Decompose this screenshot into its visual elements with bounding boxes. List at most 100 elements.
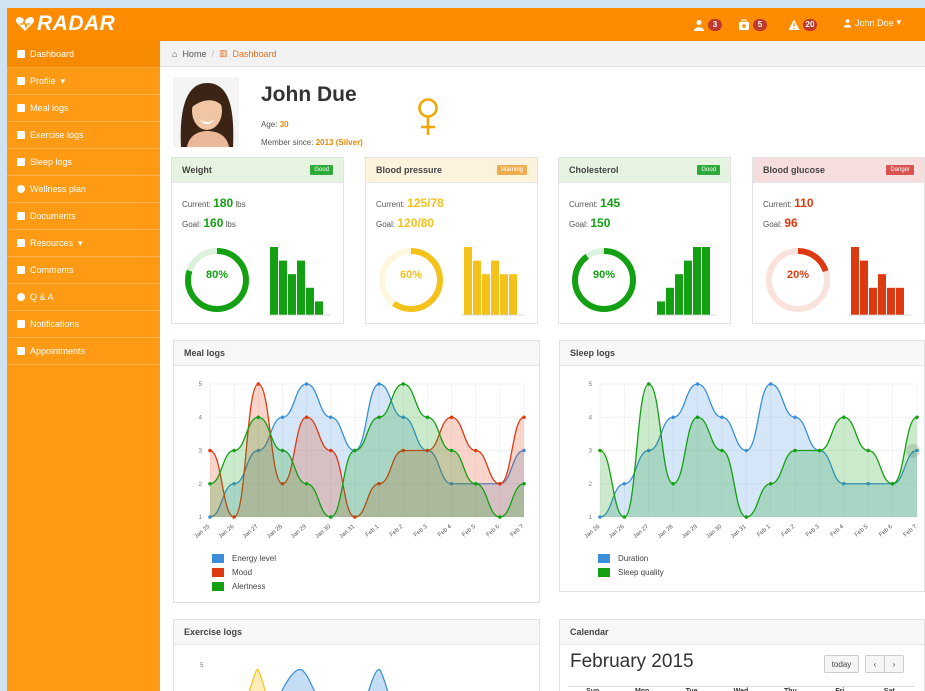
data-point[interactable] [817,448,822,453]
data-point[interactable] [915,415,919,420]
x-tick-label: Feb 6 [486,524,502,539]
breadcrumb-home-link[interactable]: Home [182,49,206,59]
legend-label: Alertness [232,581,266,591]
data-point[interactable] [522,415,526,420]
goal-label: Goal: [182,220,202,229]
sidebar-item-wellness-plan[interactable]: Wellness plan [7,176,160,203]
mini-bar [464,247,472,315]
warning-alerts-badge[interactable]: 20 [788,17,817,33]
medical-alerts-badge[interactable]: 5 [738,17,767,33]
sidebar-item-profile[interactable]: Profile ▾ [7,68,160,95]
panel-title: Sleep logs [560,341,924,366]
calendar-next-button[interactable]: › [884,655,904,673]
legend-swatch [212,553,224,563]
sidebar-item-appointments[interactable]: Appointments [7,338,160,365]
female-icon [418,98,438,135]
data-point[interactable] [377,382,381,386]
sidebar: Dashboard Profile ▾ Meal logs Exercise logs S… [7,41,160,691]
data-point[interactable] [328,415,333,420]
data-point[interactable] [744,515,749,519]
data-point[interactable] [522,481,526,486]
data-point[interactable] [498,515,502,519]
sidebar-item-qa[interactable]: Q & A [7,284,160,311]
data-point[interactable] [328,448,333,453]
data-point[interactable] [449,415,454,420]
data-point[interactable] [695,382,700,386]
data-point[interactable] [256,382,261,386]
avatar[interactable] [173,77,239,147]
sidebar-item-sleep-logs[interactable]: Sleep logs [7,149,160,176]
medkit-icon [739,19,749,30]
data-point[interactable] [304,415,309,420]
card-header: Blood pressure Warning [366,158,537,183]
mini-bar [896,287,904,315]
data-point[interactable] [473,481,478,486]
breadcrumb-separator: / [211,48,214,59]
document-icon [17,212,25,220]
data-point[interactable] [304,481,309,486]
data-point[interactable] [671,415,675,420]
data-point[interactable] [793,415,797,420]
data-point[interactable] [744,448,749,453]
data-point[interactable] [208,448,212,453]
data-point[interactable] [377,415,381,420]
data-point[interactable] [473,448,478,453]
sidebar-item-label: Wellness plan [30,184,86,194]
legend-item[interactable]: Mood [212,565,276,579]
legend-label: Mood [232,567,253,577]
data-point[interactable] [232,448,236,453]
data-point[interactable] [720,448,724,453]
data-point[interactable] [768,481,773,486]
x-tick-label: Feb 5 [461,524,477,539]
cutlery-icon [17,104,25,112]
calendar-prev-button[interactable]: ‹ [865,655,885,673]
data-point[interactable] [622,481,627,486]
sidebar-item-dashboard[interactable]: Dashboard [7,41,160,68]
data-point[interactable] [328,515,333,519]
sidebar-item-exercise-logs[interactable]: Exercise logs [7,122,160,149]
data-point[interactable] [280,415,285,420]
y-tick-label: 2 [199,482,203,488]
question-icon [17,293,25,301]
sidebar-item-documents[interactable]: Documents [7,203,160,230]
data-point[interactable] [208,481,212,486]
area-chart: 1 2 3 4 5 Jan 25 Jan 26 Jan 27 Jan 28 Jan 29 Jan 3… [194,382,526,540]
legend-item[interactable]: Alertness [212,579,276,593]
data-point[interactable] [498,481,502,486]
calendar-today-button[interactable]: today [824,655,859,673]
sidebar-item-meal-logs[interactable]: Meal logs [7,95,160,122]
user-menu[interactable]: John Doe ▾ [843,17,901,28]
data-point[interactable] [793,448,797,453]
data-point[interactable] [695,415,700,420]
card-weight: Weight Good Current: 180 lbs Goal: 160 lbs 8… [171,157,344,324]
data-point[interactable] [646,382,651,386]
x-tick-label: Feb 4 [437,524,453,539]
data-point[interactable] [671,481,675,486]
data-point[interactable] [720,415,724,420]
data-point[interactable] [622,515,627,519]
data-point[interactable] [304,382,309,386]
data-point[interactable] [425,415,430,420]
user-alerts-badge[interactable]: 3 [693,17,722,33]
data-point[interactable] [401,382,406,386]
mini-bar [500,274,508,315]
data-point[interactable] [280,448,285,453]
data-point[interactable] [842,415,846,420]
data-point[interactable] [353,448,357,453]
data-point[interactable] [449,448,454,453]
profile-name: John Due [261,83,357,106]
legend-item[interactable]: Energy level [212,551,276,565]
legend-item[interactable]: Sleep quality [598,565,664,579]
brand-logo[interactable]: RADAR [15,12,115,36]
y-tick-label: 4 [199,415,203,421]
sidebar-item-notifications[interactable]: Notifications [7,311,160,338]
data-point[interactable] [866,448,871,453]
data-point[interactable] [768,382,773,386]
sidebar-item-resources[interactable]: Resources ▾ [7,230,160,257]
data-point[interactable] [890,481,895,486]
data-point[interactable] [598,448,602,453]
legend-item[interactable]: Duration [598,551,664,565]
sidebar-item-comments[interactable]: Comments [7,257,160,284]
data-point[interactable] [256,415,261,420]
chart-legend: Duration Sleep quality [598,551,664,579]
